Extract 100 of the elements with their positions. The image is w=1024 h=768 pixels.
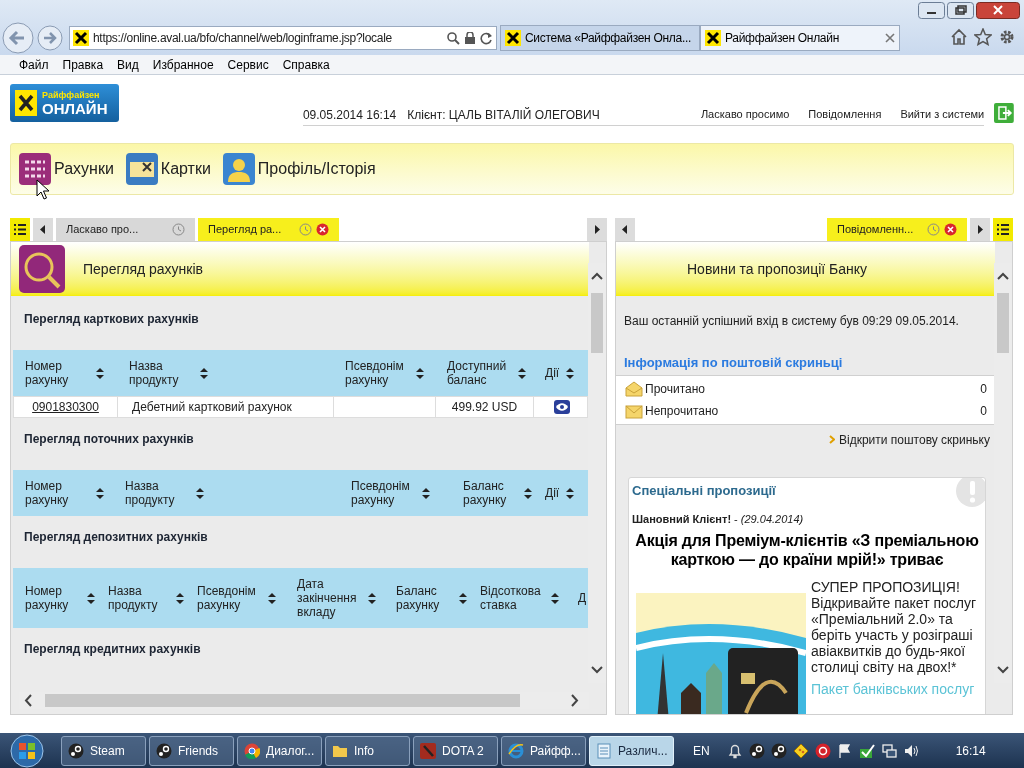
- list-button[interactable]: [10, 218, 30, 241]
- sort-icon[interactable]: [550, 591, 560, 605]
- browser-tab[interactable]: Система «Райффайзен Онла...: [500, 25, 700, 51]
- taskbar-button[interactable]: DOTA 2: [413, 735, 498, 766]
- header-link[interactable]: Вийти з системи: [900, 106, 985, 123]
- column-header[interactable]: Дії: [545, 486, 560, 500]
- column-header[interactable]: Д: [578, 591, 587, 605]
- sort-icon[interactable]: [523, 486, 533, 500]
- refresh-icon[interactable]: [480, 31, 493, 45]
- scroll-left-button[interactable]: [33, 218, 53, 241]
- chrome-icon: [244, 742, 260, 759]
- search-icon[interactable]: [446, 31, 460, 45]
- taskbar-button[interactable]: Friends: [149, 735, 234, 766]
- home-icon[interactable]: [950, 28, 968, 46]
- header-link[interactable]: Ласкаво просимо: [700, 106, 790, 123]
- scroll-right-button[interactable]: [587, 218, 607, 241]
- panel-tab[interactable]: Повідомленн...: [827, 218, 967, 241]
- column-header[interactable]: Назва продукту: [125, 479, 189, 507]
- sort-icon[interactable]: [199, 366, 209, 380]
- sort-icon[interactable]: [175, 591, 185, 605]
- taskbar-button[interactable]: Райфф...: [501, 735, 586, 766]
- list-button[interactable]: [993, 218, 1013, 241]
- column-header[interactable]: Баланс рахунку: [463, 479, 517, 507]
- taskbar-button[interactable]: Различ...: [589, 735, 674, 766]
- menu-item[interactable]: Справка: [275, 55, 337, 74]
- sort-icon[interactable]: [421, 486, 431, 500]
- sort-icon[interactable]: [415, 366, 425, 380]
- eye-icon[interactable]: [553, 400, 570, 414]
- exit-icon[interactable]: [994, 103, 1014, 123]
- column-header[interactable]: Відсоткова ставка: [480, 584, 544, 612]
- bell-icon[interactable]: [726, 742, 743, 759]
- settings-icon[interactable]: [998, 28, 1016, 46]
- menu-item[interactable]: Вид: [110, 55, 146, 74]
- column-header[interactable]: Псевдонім рахунку: [197, 584, 261, 612]
- diamond-icon[interactable]: [792, 742, 809, 759]
- star-icon[interactable]: [974, 28, 992, 46]
- flag-icon[interactable]: [836, 742, 853, 759]
- minimize-button[interactable]: [918, 2, 945, 19]
- sort-icon[interactable]: [95, 366, 105, 380]
- header-link[interactable]: Повідомлення: [808, 106, 882, 123]
- panel-tab[interactable]: Перегляд ра...: [198, 218, 339, 241]
- sort-icon[interactable]: [95, 486, 105, 500]
- mailbox-count: 0: [980, 402, 987, 420]
- panel-tab[interactable]: Ласкаво про...: [56, 218, 195, 241]
- scroll-right-button[interactable]: [970, 218, 990, 241]
- start-button[interactable]: [8, 733, 46, 768]
- card-icon[interactable]: [125, 153, 158, 185]
- sort-icon[interactable]: [565, 486, 576, 500]
- close-icon[interactable]: [885, 33, 895, 43]
- back-button[interactable]: [2, 22, 34, 54]
- sort-icon[interactable]: [195, 486, 205, 500]
- close-icon[interactable]: [316, 223, 329, 236]
- language-indicator[interactable]: EN: [693, 741, 710, 760]
- forward-button[interactable]: [37, 25, 63, 51]
- sort-icon[interactable]: [517, 366, 527, 380]
- column-header[interactable]: Назва продукту: [129, 359, 193, 387]
- user-icon[interactable]: [222, 153, 255, 185]
- column-header[interactable]: Баланс рахунку: [396, 584, 452, 612]
- sort-icon[interactable]: [367, 591, 377, 605]
- menu-item[interactable]: Файл: [12, 55, 56, 74]
- taskbar-button[interactable]: Steam: [61, 735, 146, 766]
- column-header[interactable]: Назва продукту: [108, 584, 169, 612]
- close-button[interactable]: [976, 2, 1020, 19]
- steam-icon[interactable]: [770, 742, 787, 759]
- nav-link[interactable]: Рахунки: [54, 157, 114, 181]
- game-icon: [420, 742, 436, 759]
- open-envelope-icon: [625, 380, 643, 397]
- nav-link[interactable]: Профіль/Історія: [257, 157, 376, 181]
- column-header[interactable]: Псевдонім рахунку: [351, 479, 415, 507]
- column-header[interactable]: Дата закінчення вкладу: [297, 577, 361, 619]
- column-header[interactable]: Номер рахунку: [25, 584, 80, 612]
- column-header[interactable]: Псевдонім рахунку: [345, 359, 409, 387]
- taskbar-button[interactable]: Диалог...: [237, 735, 322, 766]
- column-header[interactable]: Доступний баланс: [447, 359, 511, 387]
- record-icon[interactable]: [814, 742, 831, 759]
- browser-tab[interactable]: Райффайзен Онлайн: [700, 25, 900, 51]
- sort-icon[interactable]: [86, 591, 96, 605]
- clock[interactable]: 16:14: [955, 741, 986, 760]
- table-cell-text: Дебетний картковий рахунок: [132, 399, 292, 416]
- menu-item[interactable]: Сервис: [220, 55, 276, 74]
- sort-icon[interactable]: [458, 591, 468, 605]
- column-header[interactable]: Дії: [545, 366, 560, 380]
- account-link[interactable]: 0901830300: [32, 398, 99, 416]
- close-icon[interactable]: [944, 223, 957, 236]
- taskbar-button[interactable]: Info: [325, 735, 410, 766]
- mailbox-link[interactable]: Відкрити поштову скриньку: [839, 430, 990, 449]
- nav-link[interactable]: Картки: [160, 157, 211, 181]
- address-bar[interactable]: https://online.aval.ua/bfo/channel/web/loginframe.jsp?locale: [69, 26, 497, 50]
- numbers-icon[interactable]: [19, 153, 51, 185]
- scroll-left-button[interactable]: [615, 218, 635, 241]
- column-header[interactable]: Номер рахунку: [25, 479, 89, 507]
- steam-icon[interactable]: [748, 742, 765, 759]
- column-header[interactable]: Номер рахунку: [25, 359, 89, 387]
- menu-item[interactable]: Избранное: [145, 55, 221, 74]
- sort-icon[interactable]: [565, 366, 576, 380]
- menu-item[interactable]: Правка: [55, 55, 111, 74]
- network-icon[interactable]: [880, 742, 897, 759]
- sort-icon[interactable]: [267, 591, 277, 605]
- check-icon[interactable]: [858, 742, 875, 759]
- restore-button[interactable]: [947, 2, 974, 19]
